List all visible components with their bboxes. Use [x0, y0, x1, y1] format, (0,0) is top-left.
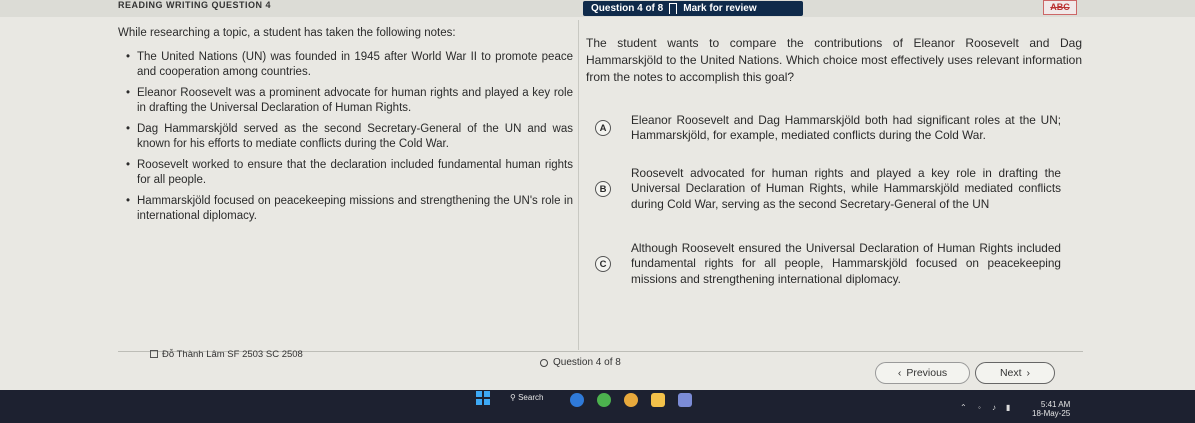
- chrome-icon[interactable]: [624, 393, 638, 407]
- answer-eliminator-tool[interactable]: ABC: [1043, 0, 1077, 15]
- passage-pane: While researching a topic, a student has…: [118, 26, 573, 230]
- next-button[interactable]: Next ›: [975, 362, 1055, 384]
- answer-choice-a[interactable]: A Eleanor Roosevelt and Dag Hammarskjöld…: [595, 110, 1075, 146]
- user-icon: [150, 350, 158, 358]
- choice-text-c[interactable]: Although Roosevelt ensured the Universal…: [631, 241, 1061, 288]
- browser-edge-icon[interactable]: [570, 393, 584, 407]
- tray-chevron-icon[interactable]: ⌃: [960, 403, 967, 412]
- search-icon: ⚲: [510, 393, 516, 402]
- app-icon[interactable]: [597, 393, 611, 407]
- note-item: Eleanor Roosevelt was a prominent advoca…: [118, 86, 573, 117]
- question-progress: Question 4 of 8: [591, 3, 664, 14]
- pane-divider[interactable]: [578, 20, 579, 350]
- chevron-right-icon: ›: [1026, 367, 1031, 379]
- answer-choice-b[interactable]: B Roosevelt advocated for human rights a…: [595, 160, 1075, 218]
- wifi-icon[interactable]: ◦: [978, 403, 981, 412]
- choice-text-a[interactable]: Eleanor Roosevelt and Dag Hammarskjöld b…: [631, 113, 1061, 144]
- note-item: The United Nations (UN) was founded in 1…: [118, 50, 573, 81]
- battery-icon[interactable]: ▮: [1006, 403, 1010, 412]
- question-navigator-button[interactable]: Question 4 of 8: [540, 357, 621, 368]
- note-item: Dag Hammarskjöld served as the second Se…: [118, 122, 573, 153]
- clock-date: 18-May-25: [1032, 409, 1071, 418]
- clock-time: 5:41 AM: [1040, 400, 1071, 409]
- choice-letter-a[interactable]: A: [595, 120, 611, 136]
- file-explorer-icon[interactable]: [651, 393, 665, 407]
- note-item: Roosevelt worked to ensure that the decl…: [118, 158, 573, 189]
- bookmark-icon[interactable]: [669, 3, 678, 14]
- question-header: Question 4 of 8 Mark for review: [583, 1, 803, 16]
- chevron-left-icon: ‹: [897, 367, 902, 379]
- choice-text-b[interactable]: Roosevelt advocated for human rights and…: [631, 166, 1061, 213]
- taskbar-search-button[interactable]: ⚲ Search: [510, 393, 543, 402]
- section-title: READING WRITING QUESTION 4: [118, 0, 272, 10]
- app-icon-2[interactable]: [678, 393, 692, 407]
- windows-start-icon[interactable]: [476, 391, 490, 405]
- mark-for-review-button[interactable]: Mark for review: [683, 3, 756, 14]
- student-name: Đỗ Thành Lâm SF 2503 SC 2508: [150, 349, 303, 360]
- system-clock[interactable]: 5:41 AM 18-May-25: [1032, 400, 1070, 418]
- navigator-icon: [540, 358, 548, 367]
- volume-icon[interactable]: ♪: [992, 403, 996, 412]
- answer-choice-c[interactable]: C Although Roosevelt ensured the Univers…: [595, 238, 1075, 290]
- notes-list: The United Nations (UN) was founded in 1…: [118, 50, 573, 225]
- answer-choices: A Eleanor Roosevelt and Dag Hammarskjöld…: [595, 110, 1075, 304]
- passage-intro: While researching a topic, a student has…: [118, 27, 456, 39]
- student-name-label: Đỗ Thành Lâm SF 2503 SC 2508: [162, 349, 303, 360]
- question-prompt: The student wants to compare the contrib…: [586, 36, 1082, 84]
- choice-letter-c[interactable]: C: [595, 256, 611, 272]
- previous-label: Previous: [906, 367, 948, 379]
- question-navigator-label[interactable]: Question 4 of 8: [553, 357, 621, 368]
- taskbar-search-label: Search: [518, 393, 544, 402]
- previous-button[interactable]: ‹ Previous: [875, 362, 970, 384]
- next-label: Next: [999, 367, 1022, 379]
- note-item: Hammarskjöld focused on peacekeeping mis…: [118, 194, 573, 225]
- choice-letter-b[interactable]: B: [595, 181, 611, 197]
